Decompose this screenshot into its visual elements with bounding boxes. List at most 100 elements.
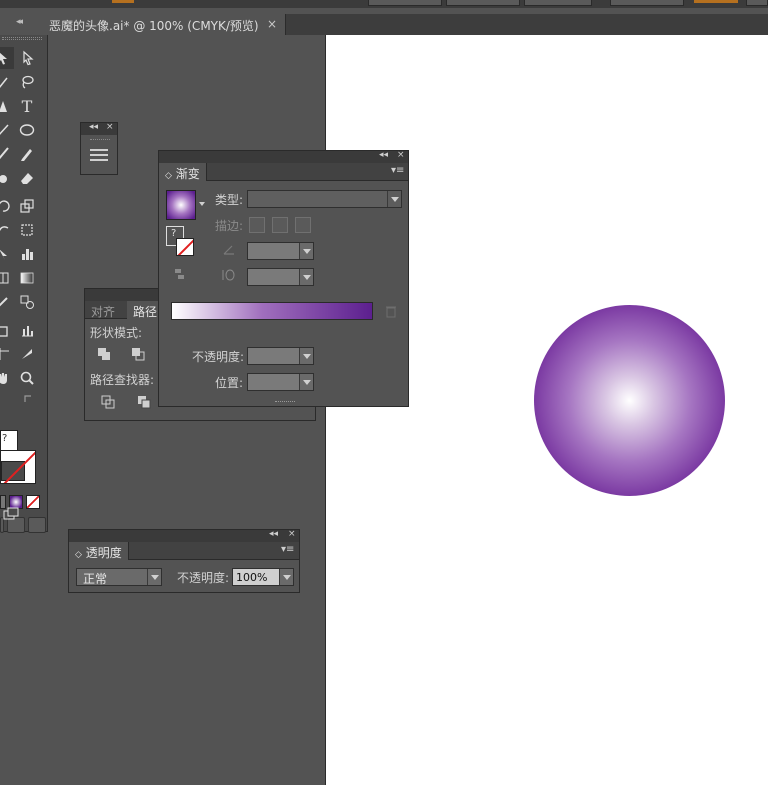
paintbrush-tool-icon[interactable]: [0, 143, 14, 165]
magic-wand-tool-icon[interactable]: [0, 71, 14, 93]
minus-front-icon[interactable]: [127, 343, 149, 365]
opacity-input[interactable]: 100%: [232, 568, 294, 586]
panel-grip[interactable]: [2, 37, 42, 40]
symbol-sprayer-tool-icon[interactable]: [0, 319, 14, 341]
chevron-down-icon[interactable]: [387, 191, 401, 207]
gradient-preview-swatch[interactable]: [166, 190, 196, 220]
stroke-within-icon[interactable]: [249, 217, 265, 233]
control-button[interactable]: [368, 0, 442, 6]
gradient-circle-artwork[interactable]: [534, 305, 725, 496]
graph-tool-icon[interactable]: [16, 319, 38, 341]
blend-tool-icon[interactable]: [16, 291, 38, 313]
trim-icon[interactable]: [133, 391, 155, 413]
close-icon[interactable]: ×: [267, 17, 277, 31]
gradient-tool-icon[interactable]: [16, 267, 38, 289]
panel-header[interactable]: ◂◂ ×: [69, 529, 299, 542]
panel-resize-grip[interactable]: [275, 401, 295, 404]
panel-collapse-icon[interactable]: ◂◂: [16, 17, 23, 27]
shape-builder-tool-icon[interactable]: [0, 243, 14, 265]
pen-tool-icon[interactable]: [0, 95, 14, 117]
gradient-type-label: 类型:: [215, 193, 244, 207]
stroke-swatch[interactable]: [0, 450, 36, 484]
chevron-down-icon[interactable]: [299, 348, 313, 364]
stroke-across-icon[interactable]: [295, 217, 311, 233]
transparency-panel: ◂◂ × ◇ 透明度 ▾≡ 正常 不透明度: 100%: [68, 529, 300, 593]
panel-header[interactable]: ◂◂ ×: [159, 150, 408, 163]
close-icon[interactable]: ×: [397, 150, 405, 160]
line-tool-icon[interactable]: [0, 119, 14, 141]
swap-fill-stroke-icon[interactable]: [20, 391, 38, 409]
control-button[interactable]: [610, 0, 684, 6]
chevron-down-icon[interactable]: [147, 569, 161, 585]
close-icon[interactable]: ×: [288, 529, 296, 539]
chevron-down-icon[interactable]: [299, 269, 313, 285]
stroke-label: 描边:: [215, 219, 244, 233]
free-transform-tool-icon[interactable]: [16, 219, 38, 241]
stop-opacity-input[interactable]: [247, 347, 314, 365]
control-button[interactable]: [524, 0, 592, 6]
panel-tabs: ◇ 透明度 ▾≡: [69, 542, 299, 560]
scale-tool-icon[interactable]: [16, 195, 38, 217]
slice-tool-icon[interactable]: [16, 343, 38, 365]
tab-toggle-icon[interactable]: ◇: [75, 550, 82, 560]
ellipse-tool-icon[interactable]: [16, 119, 38, 141]
reverse-gradient-icon[interactable]: [169, 263, 191, 285]
panel-collapse-icon[interactable]: ◂◂: [89, 122, 98, 132]
stroke-along-icon[interactable]: [272, 217, 288, 233]
none-mode-button[interactable]: [26, 495, 40, 509]
panel-header[interactable]: ◂◂ ×: [81, 122, 117, 135]
fill-stroke-indicator[interactable]: ?: [0, 430, 40, 488]
eyedropper-tool-icon[interactable]: [0, 291, 14, 313]
stroke-swatch[interactable]: [176, 238, 194, 256]
warp-tool-icon[interactable]: [0, 219, 14, 241]
tab-align[interactable]: 对齐: [85, 301, 121, 319]
zoom-tool-icon[interactable]: [16, 367, 38, 389]
blend-mode-select[interactable]: 正常: [76, 568, 162, 586]
selection-tool-icon[interactable]: [0, 47, 14, 69]
aspect-ratio-input[interactable]: [247, 268, 314, 286]
tab-transparency[interactable]: ◇ 透明度: [69, 542, 129, 560]
chevron-down-icon[interactable]: [279, 569, 293, 585]
blob-brush-tool-icon[interactable]: [0, 167, 14, 189]
panel-collapse-icon[interactable]: ◂◂: [379, 150, 388, 160]
document-tab-bar: ◂◂ 恶魔的头像.ai* @ 100% (CMYK/预览) ×: [0, 14, 768, 35]
control-button[interactable]: [446, 0, 520, 6]
rotate-tool-icon[interactable]: [0, 195, 14, 217]
panel-grip[interactable]: [90, 139, 110, 141]
hand-tool-icon[interactable]: [0, 367, 14, 389]
chevron-down-icon[interactable]: [199, 202, 205, 206]
aspect-ratio-icon: [221, 267, 237, 283]
tab-gradient[interactable]: ◇ 渐变: [159, 163, 207, 181]
fill-swatch[interactable]: ?: [0, 430, 18, 452]
direct-selection-tool-icon[interactable]: [16, 47, 38, 69]
close-icon[interactable]: ×: [106, 122, 114, 132]
document-tab[interactable]: ◂◂ 恶魔的头像.ai* @ 100% (CMYK/预览) ×: [0, 14, 286, 35]
chevron-down-icon[interactable]: [299, 243, 313, 259]
panel-menu-icon[interactable]: ▾≡: [391, 165, 404, 176]
control-button[interactable]: [746, 0, 768, 6]
screen-mode-icon[interactable]: [0, 505, 22, 523]
chevron-down-icon[interactable]: [299, 374, 313, 390]
unite-icon[interactable]: [93, 343, 115, 365]
draw-inside-button[interactable]: [28, 517, 46, 533]
stop-location-input[interactable]: [247, 373, 314, 391]
divide-icon[interactable]: [97, 391, 119, 413]
lasso-tool-icon[interactable]: [16, 71, 38, 93]
angle-input[interactable]: [247, 242, 314, 260]
panel-tabs: ◇ 渐变 ▾≡: [159, 163, 408, 181]
trash-icon[interactable]: [383, 303, 399, 319]
panel-collapse-icon[interactable]: ◂◂: [269, 529, 278, 539]
tab-toggle-icon[interactable]: ◇: [165, 171, 172, 181]
gradient-type-select[interactable]: [247, 190, 402, 208]
hamburger-icon[interactable]: [90, 149, 108, 161]
gradient-slider-bar[interactable]: [171, 302, 373, 320]
angle-icon: [221, 241, 237, 257]
pencil-tool-icon[interactable]: [16, 143, 38, 165]
panel-menu-icon[interactable]: ▾≡: [281, 544, 294, 555]
artboard-tool-icon[interactable]: [0, 343, 14, 365]
gradient-fill-stroke-indicator[interactable]: ?: [166, 226, 196, 256]
type-tool-icon[interactable]: T: [16, 95, 38, 117]
column-graph-tool-icon[interactable]: [16, 243, 38, 265]
eraser-tool-icon[interactable]: [16, 167, 38, 189]
mesh-tool-icon[interactable]: [0, 267, 14, 289]
